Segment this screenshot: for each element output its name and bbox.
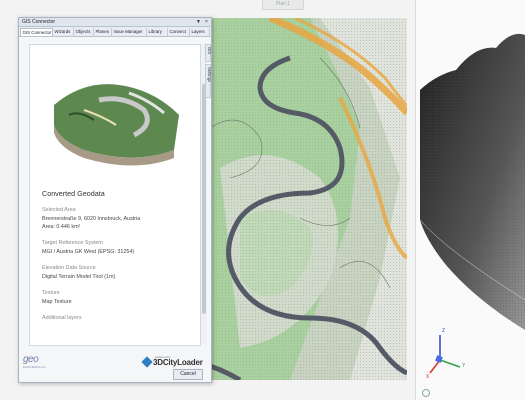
tab-wizards[interactable]: Wizards <box>53 28 74 36</box>
axis-z-label: Z <box>442 328 446 334</box>
pin-icon[interactable]: ▼ <box>195 18 202 26</box>
cancel-button[interactable]: Cancel <box>173 369 203 380</box>
terrain-preview-image <box>54 84 179 166</box>
side-tab-settings[interactable]: Settings <box>205 64 212 98</box>
elevation-label: Elevation Data Source <box>42 265 96 271</box>
geo-logo-subtext: ENGINEERS AG <box>23 365 46 369</box>
tab-library[interactable]: Library <box>147 28 168 36</box>
geo-logo-text: geo <box>23 354 39 365</box>
texture-label: Texture <box>42 290 60 296</box>
side-tab-settings-label: Settings <box>207 67 212 83</box>
selected-area-size: Area: 0.446 km² <box>42 224 81 230</box>
side-tab-gis-label: GIS <box>207 47 212 55</box>
geodata-info: Converted Geodata Selected Area Brenners… <box>42 189 192 321</box>
crs-label: Target Reference System <box>42 240 103 246</box>
tab-planes[interactable]: Planes <box>94 28 112 36</box>
3dcityloader-logo: powered by 3DCityLoader <box>141 355 203 369</box>
cityloader-icon <box>141 356 153 368</box>
terrain-map <box>200 18 407 380</box>
tab-plan-1[interactable]: Plan 1 <box>262 0 304 10</box>
compass-icon[interactable] <box>422 389 430 397</box>
tab-layers[interactable]: Layers <box>190 28 210 36</box>
dialog-tabs: GIS Connector Wizards Objects Planes Iss… <box>19 27 211 37</box>
dialog-titlebar[interactable]: GIS Connector ▼ × <box>19 18 211 27</box>
close-icon[interactable]: × <box>203 18 210 26</box>
side-tab-gis[interactable]: GIS <box>205 44 212 62</box>
tab-connect[interactable]: Connect <box>168 28 190 36</box>
3d-view[interactable]: Z Y X <box>416 0 525 400</box>
geodata-panel: Converted Geodata Selected Area Brenners… <box>29 44 201 346</box>
additional-layers-label: Additional layers <box>42 315 82 321</box>
dialog-title: GIS Connector <box>22 19 56 25</box>
dialog-footer: geo ENGINEERS AG powered by 3DCityLoader… <box>19 348 211 382</box>
tab-objects[interactable]: Objects <box>74 28 94 36</box>
elevation-value: Digital Terrain Model Tirol (1m) <box>42 274 116 280</box>
tab-issue-manager[interactable]: Issue Manager <box>112 28 147 36</box>
crs-value: MGI / Austria GK West (EPSG: 31254) <box>42 249 135 255</box>
axis-x-label: X <box>426 374 430 380</box>
cityloader-name: 3DCityLoader <box>153 358 203 367</box>
map-view[interactable] <box>200 18 407 380</box>
side-tabs: GIS Settings <box>205 44 212 124</box>
gis-connector-dialog: GIS Connector ▼ × GIS Connector Wizards … <box>18 17 212 383</box>
axis-y-label: Y <box>462 363 466 369</box>
info-heading: Converted Geodata <box>42 189 105 198</box>
geo-engineers-logo: geo ENGINEERS AG <box>23 354 63 370</box>
texture-value: Map Texture <box>42 299 72 305</box>
selected-area-address: Brennerstraße 9, 6020 Innsbruck, Austria <box>42 216 141 222</box>
selected-area-label: Selected Area <box>42 207 76 213</box>
tab-gis-connector[interactable]: GIS Connector <box>20 28 53 36</box>
